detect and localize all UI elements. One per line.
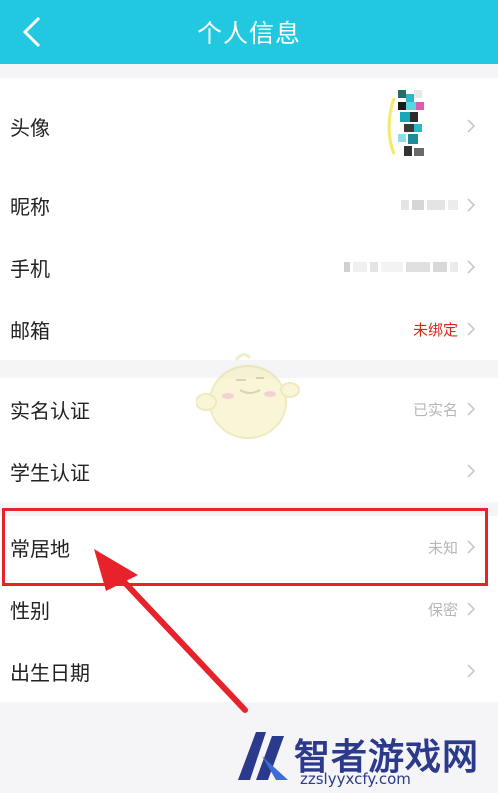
row-avatar-label: 头像 — [10, 115, 50, 140]
chevron-right-icon — [467, 402, 476, 416]
chevron-right-icon — [467, 322, 476, 336]
row-nickname-label: 昵称 — [10, 194, 50, 219]
row-birthday-label: 出生日期 — [10, 660, 90, 685]
top-bar: 个人信息 — [0, 0, 498, 64]
chevron-right-icon — [467, 664, 476, 678]
mascot-watermark-icon — [196, 353, 300, 439]
chevron-right-icon — [467, 464, 476, 478]
chevron-right-icon — [467, 198, 476, 212]
gender-value: 保密 — [427, 600, 458, 619]
row-student[interactable]: 学生认证 — [0, 440, 498, 502]
chevron-right-icon — [467, 602, 476, 616]
nickname-blurred-value — [401, 199, 458, 211]
avatar — [387, 90, 424, 156]
pointer-arrow-icon — [94, 549, 248, 713]
row-phone[interactable]: 手机 — [0, 236, 498, 298]
site-logo-icon — [238, 732, 288, 780]
row-nickname[interactable]: 昵称 — [0, 174, 498, 236]
chevron-right-icon — [467, 260, 476, 274]
realname-status: 已实名 — [412, 400, 458, 419]
phone-blurred-value — [344, 261, 458, 273]
site-watermark-url: zzslyyxcfy.com — [300, 770, 411, 788]
row-gender-label: 性别 — [10, 598, 50, 623]
row-email-label: 邮箱 — [10, 318, 50, 343]
email-status: 未绑定 — [412, 320, 458, 339]
row-realname-label: 实名认证 — [10, 398, 90, 423]
row-phone-label: 手机 — [10, 256, 50, 281]
chevron-right-icon — [467, 119, 476, 133]
row-student-label: 学生认证 — [10, 460, 90, 485]
page-title: 个人信息 — [196, 19, 301, 48]
